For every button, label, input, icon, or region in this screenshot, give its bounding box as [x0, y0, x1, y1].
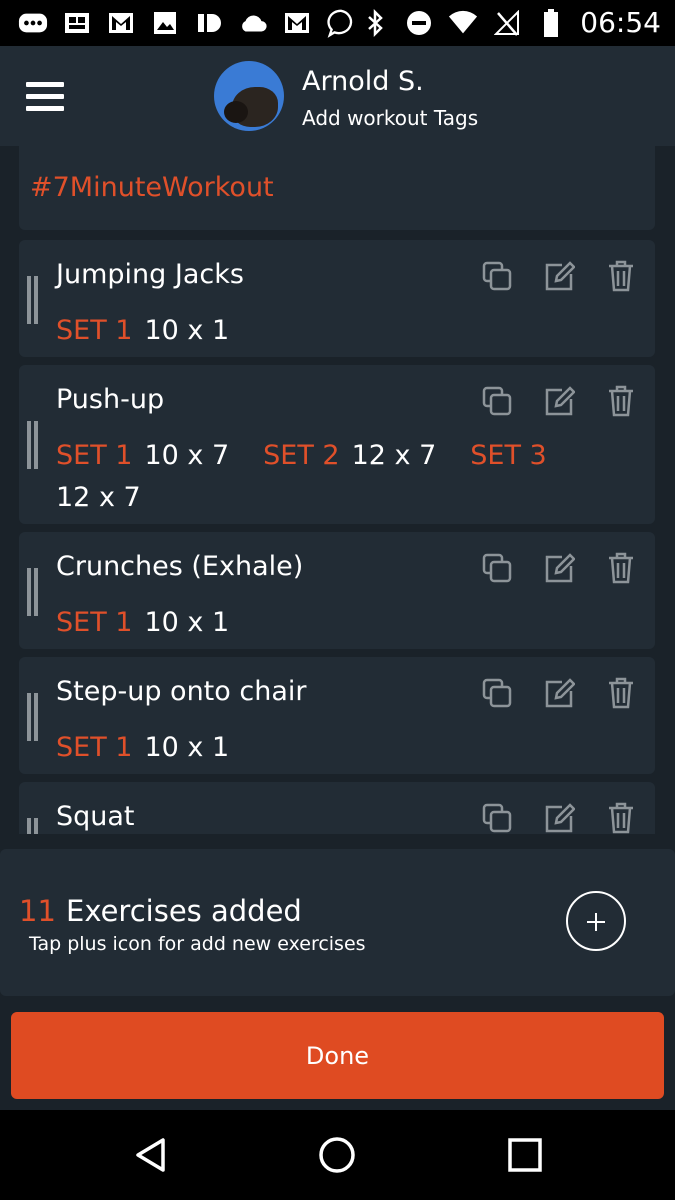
set-item: SET 1 10 x 1 — [56, 732, 230, 763]
exercise-sets: SET 1 10 x 1 — [56, 727, 596, 769]
duplicate-icon[interactable] — [481, 552, 513, 584]
exercise-list[interactable]: Jumping Jacks SET 1 10 x 1 Push-up SET 11… — [0, 240, 675, 834]
workout-tag[interactable]: #7MinuteWorkout — [30, 172, 274, 203]
user-name: Arnold S. — [302, 66, 424, 97]
exercise-card[interactable]: Step-up onto chair SET 1 10 x 1 — [19, 657, 655, 774]
exercise-card[interactable]: Squat — [19, 782, 655, 834]
battery-icon — [536, 8, 566, 38]
exercise-name: Step-up onto chair — [56, 676, 307, 707]
duplicate-icon[interactable] — [481, 677, 513, 709]
delete-icon[interactable] — [605, 677, 637, 709]
no-signal-icon — [492, 8, 522, 38]
avatar[interactable] — [214, 61, 284, 131]
exercise-name: Crunches (Exhale) — [56, 551, 304, 582]
chat-icon — [326, 8, 356, 38]
exercise-name: Push-up — [56, 384, 165, 415]
exercise-name: Squat — [56, 801, 135, 832]
set-item: SET 1 10 x 7 — [56, 440, 230, 471]
exercise-summary-panel: 11 Exercises added Tap plus icon for add… — [0, 849, 675, 996]
home-icon[interactable] — [317, 1135, 357, 1175]
workout-tag-card[interactable]: #7MinuteWorkout — [19, 146, 655, 230]
back-icon[interactable] — [132, 1135, 172, 1175]
exercise-card[interactable]: Crunches (Exhale) SET 1 10 x 1 — [19, 532, 655, 649]
edit-icon[interactable] — [543, 677, 575, 709]
menu-icon[interactable] — [26, 82, 64, 112]
duplicate-icon[interactable] — [481, 260, 513, 292]
exercise-name: Jumping Jacks — [56, 259, 244, 290]
status-bar: 06:54 — [0, 0, 675, 46]
drag-handle-icon[interactable] — [27, 568, 38, 616]
edit-icon[interactable] — [543, 385, 575, 417]
set-item: SET 2 12 x 7 — [263, 440, 437, 471]
bluetooth-icon — [360, 8, 390, 38]
navigation-bar — [0, 1110, 675, 1200]
drag-handle-icon[interactable] — [27, 818, 38, 834]
exercise-sets: SET 1 10 x 7 SET 2 12 x 7 SET 3 12 x 7 — [56, 435, 596, 519]
duplicate-icon[interactable] — [481, 802, 513, 834]
delete-icon[interactable] — [605, 802, 637, 834]
gallery-icon — [62, 8, 92, 38]
delete-icon[interactable] — [605, 385, 637, 417]
status-time: 06:54 — [580, 6, 661, 39]
add-exercise-button[interactable] — [566, 891, 626, 951]
set-item: SET 1 10 x 1 — [56, 607, 230, 638]
edit-icon[interactable] — [543, 802, 575, 834]
delete-icon[interactable] — [605, 260, 637, 292]
more-icon — [18, 8, 48, 38]
set-item: SET 1 10 x 1 — [56, 315, 230, 346]
gmail-icon — [106, 8, 136, 38]
duplicate-icon[interactable] — [481, 385, 513, 417]
wifi-icon — [448, 8, 478, 38]
exercise-sets: SET 1 10 x 1 — [56, 310, 596, 352]
edit-icon[interactable] — [543, 260, 575, 292]
image-icon — [150, 8, 180, 38]
edit-icon[interactable] — [543, 552, 575, 584]
set-value: 12 x 7 — [56, 482, 141, 513]
exercise-count-label: Exercises added — [66, 894, 302, 928]
done-button[interactable]: Done — [11, 1012, 664, 1099]
gmail-icon — [282, 8, 312, 38]
drag-handle-icon[interactable] — [27, 276, 38, 324]
cloud-icon — [238, 8, 268, 38]
id-icon — [194, 8, 224, 38]
exercise-sets: SET 1 10 x 1 — [56, 602, 596, 644]
add-exercise-hint: Tap plus icon for add new exercises — [29, 933, 366, 955]
set-label: SET 3 — [470, 440, 547, 471]
delete-icon[interactable] — [605, 552, 637, 584]
app-bar: Arnold S. Add workout Tags — [0, 46, 675, 146]
drag-handle-icon[interactable] — [27, 693, 38, 741]
exercise-card[interactable]: Jumping Jacks SET 1 10 x 1 — [19, 240, 655, 357]
exercise-count: 11 — [19, 894, 56, 928]
add-tags-link[interactable]: Add workout Tags — [302, 106, 478, 130]
drag-handle-icon[interactable] — [27, 421, 38, 469]
recents-icon[interactable] — [505, 1135, 545, 1175]
dnd-icon — [404, 8, 434, 38]
exercise-card[interactable]: Push-up SET 1 10 x 7 SET 2 12 x 7 SET 3 12 x … — [19, 365, 655, 524]
